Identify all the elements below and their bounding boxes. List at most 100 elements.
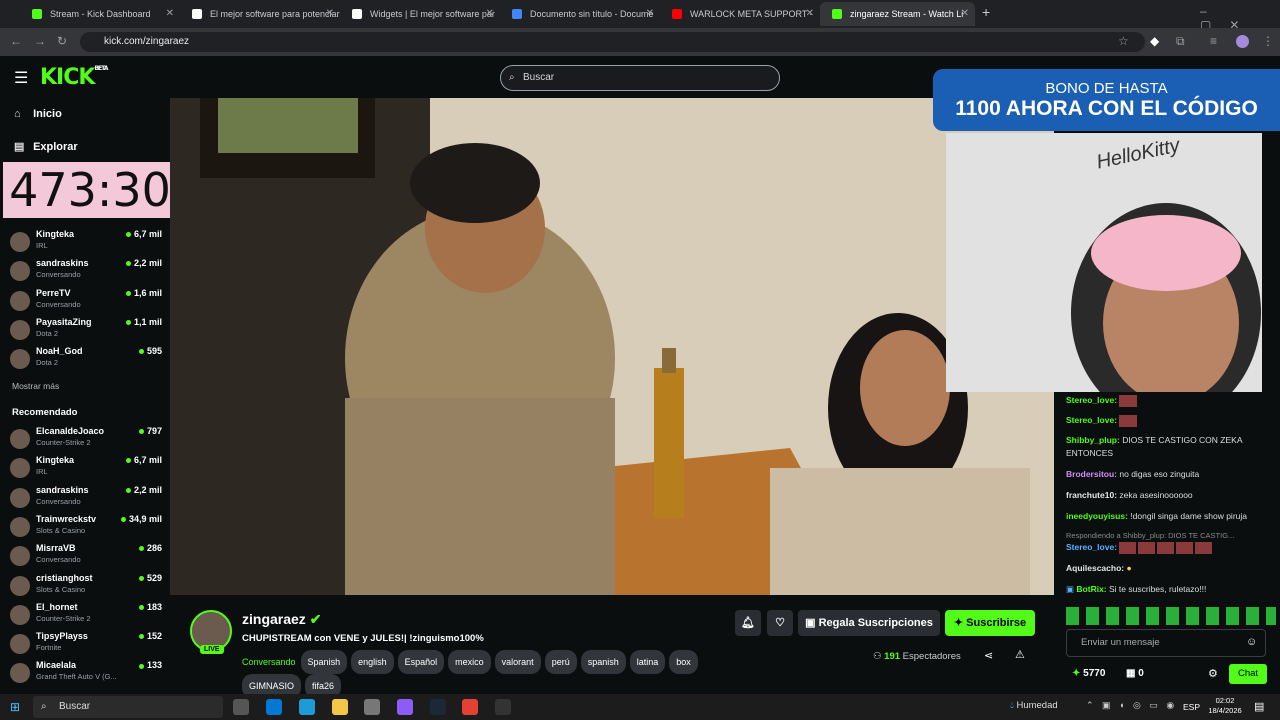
subscribe-button[interactable]: ✦ Suscribirse (945, 610, 1035, 636)
channel-row[interactable]: Kingteka IRL 6,7 mil (10, 455, 162, 483)
chat-input[interactable]: Enviar un mensaje (1066, 629, 1266, 657)
channel-row[interactable]: PerreTV Conversando 1,6 mil (10, 288, 162, 316)
taskbar-search[interactable]: ⌕ Buscar (33, 696, 223, 718)
start-icon[interactable]: ⊞ (10, 700, 20, 714)
media-control-icon[interactable]: ≡ (1210, 34, 1217, 48)
extensions-puzzle-icon[interactable]: ⧉ (1176, 34, 1185, 49)
stream-tag[interactable]: perú (544, 650, 577, 674)
app-icon[interactable] (397, 699, 413, 715)
steam-icon[interactable] (430, 699, 446, 715)
close-tab-icon[interactable]: ✕ (326, 2, 334, 26)
channel-row[interactable]: NoaH_God Dota 2 595 (10, 346, 162, 374)
channel-row[interactable]: TipsyPlayss Fortnite 152 (10, 631, 162, 659)
tab-kick-dashboard[interactable]: Stream - Kick Dashboard ✕ (20, 2, 180, 26)
bookmark-star-icon[interactable]: ☆ (1118, 34, 1129, 48)
viewers-icon: ⚇ (873, 651, 882, 662)
search-input[interactable]: ⌕ Buscar (500, 65, 780, 91)
tab-docs[interactable]: Documento sin título - Docume ✕ (500, 2, 660, 26)
system-tray-icons[interactable]: ⌃ ▣ ◖ ◎ ▭ ◉ (1086, 700, 1177, 711)
subs-counter[interactable]: ▦ 0 (1126, 668, 1144, 679)
stream-tag[interactable]: spanish (580, 650, 626, 674)
reload-icon[interactable]: ↻ (57, 34, 67, 48)
channel-row[interactable]: El_hornet Counter-Strike 2 183 (10, 602, 162, 630)
forward-icon[interactable]: → (34, 34, 46, 48)
chat-send-button[interactable]: Chat (1229, 664, 1267, 684)
menu-dots-icon[interactable]: ⋮ (1262, 34, 1274, 48)
tab-widgets[interactable]: Widgets | El mejor software par ✕ (340, 2, 500, 26)
notifications-icon[interactable]: ▤ (1254, 700, 1264, 713)
chat-message: Stereo_love: (1066, 394, 1276, 407)
emote-quickbar[interactable] (1066, 607, 1276, 625)
store-icon[interactable] (364, 699, 380, 715)
search-icon: ⌕ (509, 72, 515, 83)
streamer-name[interactable]: zingaraez ✔ (242, 611, 321, 628)
close-tab-icon[interactable]: ✕ (486, 2, 494, 26)
chrome-icon[interactable] (462, 699, 478, 715)
notification-bell-icon[interactable]: 🔔︎ (735, 610, 761, 636)
close-tab-icon[interactable]: ✕ (806, 2, 814, 26)
stream-tag[interactable]: latina (629, 650, 666, 674)
hamburger-menu-icon[interactable]: ☰ (14, 68, 28, 88)
humidity-icon: 💧︎ (1010, 700, 1014, 711)
url-field[interactable]: kick.com/zingaraez (80, 32, 1145, 52)
stream-tag[interactable]: box (669, 650, 698, 674)
edge-icon[interactable] (299, 699, 315, 715)
sidebar-item-explorar[interactable]: ▤ Explorar (14, 140, 78, 153)
stream-tag[interactable]: valorant (494, 650, 541, 674)
stream-tag[interactable]: english (351, 650, 394, 674)
channel-points[interactable]: ✦ 5770 (1072, 668, 1105, 679)
emoji-picker-icon[interactable]: ☺ (1246, 636, 1257, 648)
share-icon[interactable]: ⋖ (984, 649, 993, 662)
sidebar-item-inicio[interactable]: ⌂ Inicio (14, 108, 62, 120)
outlook-icon[interactable] (266, 699, 282, 715)
new-tab-icon[interactable]: + (982, 4, 990, 20)
close-tab-icon[interactable]: ✕ (646, 2, 654, 26)
stream-tag[interactable]: Español (397, 650, 445, 674)
channel-row[interactable]: sandraskins Conversando 2,2 mil (10, 258, 162, 286)
input-language[interactable]: ESP (1183, 702, 1200, 712)
weather-widget[interactable]: 💧︎ Humedad (1010, 700, 1058, 711)
tab-zingaraez-active[interactable]: zingaraez Stream - Watch Li ✕ (820, 2, 975, 26)
stream-tags: Conversando Spanish english Español mexico va… (242, 650, 712, 698)
kick-logo[interactable]: KICKBETA (40, 65, 108, 90)
channel-row[interactable]: cristianghost Slots & Casino 529 (10, 573, 162, 601)
chat-message: ineedyouyisus: !dongil singa dame show p… (1066, 511, 1247, 521)
channel-avatar (10, 429, 30, 449)
extension-icon[interactable]: ◆ (1150, 34, 1159, 48)
channel-row[interactable]: Trainwreckstv Slots & Casino 34,9 mil (10, 514, 162, 542)
channel-row[interactable]: sandraskins Conversando 2,2 mil (10, 485, 162, 513)
channel-row[interactable]: MisrraVB Conversando 286 (10, 543, 162, 571)
emote: ● (1126, 563, 1132, 573)
follow-heart-icon[interactable]: ♡ (767, 610, 793, 636)
gift-subs-button[interactable]: ▣ Regala Suscripciones (798, 610, 940, 636)
channel-row[interactable]: Kingteka IRL 6,7 mil (10, 229, 162, 257)
profile-avatar[interactable] (1236, 35, 1249, 48)
category-link[interactable]: Conversando (242, 657, 296, 667)
tab-youtube[interactable]: WARLOCK META SUPPORT - ✕ (660, 2, 820, 26)
stream-tag[interactable]: mexico (448, 650, 491, 674)
stream-tag[interactable]: Spanish (300, 650, 348, 674)
channel-row[interactable]: PayasitaZing Dota 2 1,1 mil (10, 317, 162, 345)
channel-row[interactable]: Micaelala Grand Theft Auto V (G... 133 (10, 660, 162, 688)
report-icon[interactable]: ⚠ (1015, 648, 1025, 661)
task-view-icon[interactable] (233, 699, 249, 715)
gift-icon: ▣ (805, 617, 816, 629)
video-player[interactable] (170, 98, 1054, 595)
channel-name: sandraskins (36, 484, 89, 495)
channel-avatar (10, 458, 30, 479)
chat-settings-icon[interactable]: ⚙ (1208, 667, 1218, 680)
show-more-link[interactable]: Mostrar más (12, 381, 59, 391)
emote (1119, 414, 1138, 427)
promo-line-1: BONO DE HASTA (1045, 80, 1168, 97)
file-explorer-icon[interactable] (332, 699, 348, 715)
obs-icon[interactable] (495, 699, 511, 715)
back-icon[interactable]: ← (10, 34, 22, 48)
chat-panel: Stereo_love: Stereo_love: Shibby_plup: D… (1062, 392, 1280, 694)
tab-software[interactable]: El mejor software para potenciar ✕ (180, 2, 340, 26)
close-tab-icon[interactable]: ✕ (166, 2, 174, 26)
clock[interactable]: 02:02 18/4/2026 (1205, 696, 1245, 716)
channel-row[interactable]: ElcanaldeJoaco Counter-Strike 2 797 (10, 426, 162, 454)
channel-category: Slots & Casino (36, 584, 86, 594)
channel-name: PerreTV (36, 287, 71, 298)
close-tab-icon[interactable]: ✕ (961, 2, 969, 26)
